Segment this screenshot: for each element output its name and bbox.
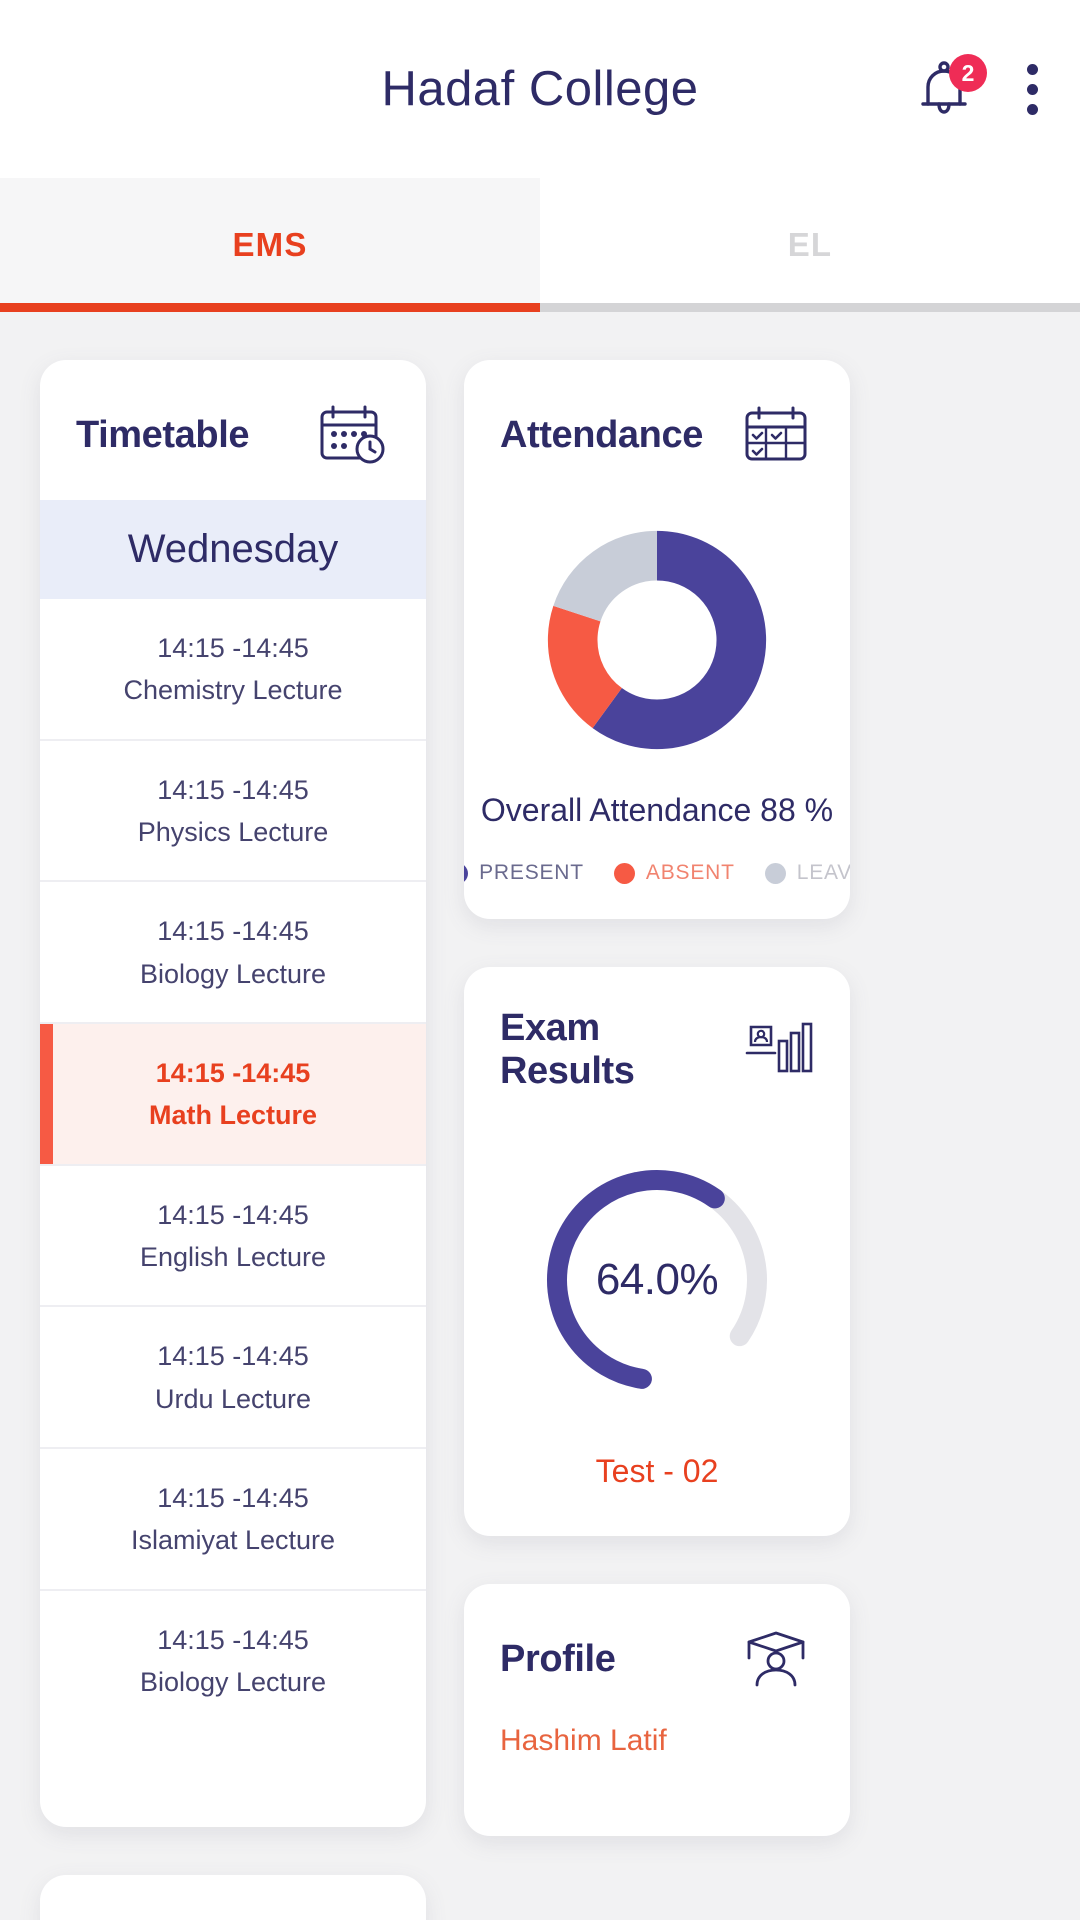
timetable-row-subject: Urdu Lecture bbox=[154, 1383, 312, 1414]
attendance-body: Overall Attendance 88 % PRESENT ABSENT L… bbox=[464, 500, 850, 919]
fees-card[interactable]: Fees Fees Due 34,500 bbox=[40, 1874, 426, 1920]
tab-ems[interactable]: EMS bbox=[0, 178, 540, 312]
timetable-row[interactable]: 14:15 -14:45 Urdu Lecture bbox=[40, 1307, 426, 1450]
attendance-legend: PRESENT ABSENT LEAVE bbox=[464, 861, 850, 885]
attendance-caption: Overall Attendance 88 % bbox=[480, 792, 834, 828]
dashboard-content: Timetable Wednesday 14:15 -14:45 Chemist… bbox=[0, 312, 1080, 1920]
timetable-row-subject: Islamiyat Lecture bbox=[130, 1525, 336, 1556]
legend-label-leave: LEAVE bbox=[796, 861, 850, 884]
right-column: Attendance Overall Attendance 88 % PRESE… bbox=[464, 360, 850, 1836]
timetable-row[interactable]: 14:15 -14:45 Biology Lecture bbox=[40, 882, 426, 1025]
timetable-row-time: 14:15 -14:45 bbox=[157, 1341, 309, 1372]
timetable-row-time: 14:15 -14:45 bbox=[157, 1624, 309, 1655]
fees-card-header: Fees bbox=[40, 1875, 426, 1920]
timetable-list: 14:15 -14:45 Chemistry Lecture 14:15 -14… bbox=[40, 599, 426, 1731]
attendance-card-header: Attendance bbox=[464, 360, 850, 500]
timetable-row-time: 14:15 -14:45 bbox=[157, 633, 309, 663]
timetable-row-time: 14:15 -14:45 bbox=[157, 774, 309, 805]
timetable-row-subject: Biology Lecture bbox=[139, 958, 327, 989]
exam-card-header: Exam Results bbox=[464, 967, 850, 1123]
app-bar-actions: 2 bbox=[917, 0, 1052, 178]
timetable-card[interactable]: Timetable Wednesday 14:15 -14:45 Chemist… bbox=[40, 360, 426, 1827]
exam-test-label: Test - 02 bbox=[595, 1453, 719, 1489]
timetable-day: Wednesday bbox=[40, 500, 426, 599]
exam-body: 64.0% Test - 02 bbox=[464, 1123, 850, 1536]
timetable-row[interactable]: 14:15 -14:45 Physics Lecture bbox=[40, 741, 426, 883]
tab-bar: EMS EL bbox=[0, 178, 1080, 312]
legend-item-present: PRESENT bbox=[464, 861, 584, 885]
exam-gauge-value: 64.0% bbox=[595, 1255, 719, 1304]
legend-dot-present bbox=[464, 862, 469, 884]
profile-card-header: Profile bbox=[464, 1584, 850, 1724]
timetable-row-subject: Math Lecture bbox=[148, 1100, 318, 1131]
page-title: Hadaf College bbox=[381, 61, 699, 116]
exam-results-card[interactable]: Exam Results 64.0% Test - 02 bbox=[464, 967, 850, 1536]
timetable-spacer bbox=[40, 1731, 426, 1827]
legend-label-present: PRESENT bbox=[479, 861, 584, 884]
tab-indicator bbox=[0, 303, 1080, 312]
timetable-row[interactable]: 14:15 -14:45 Biology Lecture bbox=[40, 1591, 426, 1731]
notifications-button[interactable]: 2 bbox=[917, 54, 987, 118]
tab-el[interactable]: EL bbox=[540, 178, 1080, 312]
timetable-row-time: 14:15 -14:45 bbox=[157, 1483, 309, 1514]
legend-dot-absent bbox=[613, 862, 635, 884]
timetable-row-current[interactable]: 14:15 -14:45 Math Lecture bbox=[40, 1024, 426, 1166]
timetable-row-subject: Biology Lecture bbox=[139, 1667, 327, 1697]
timetable-row-subject: Chemistry Lecture bbox=[123, 675, 343, 706]
timetable-row-time: 14:15 -14:45 bbox=[157, 916, 309, 947]
timetable-row-subject: English Lecture bbox=[139, 1241, 327, 1272]
calendar-check-icon bbox=[738, 400, 814, 470]
legend-item-leave: LEAVE bbox=[764, 861, 850, 885]
exam-gauge: 64.0% bbox=[532, 1155, 782, 1405]
graduate-icon bbox=[738, 1624, 814, 1694]
kebab-dot bbox=[1027, 63, 1038, 75]
legend-label-absent: ABSENT bbox=[645, 861, 735, 884]
legend-dot-leave bbox=[764, 862, 786, 884]
kebab-dot bbox=[1027, 103, 1038, 115]
timetable-row-time: 14:15 -14:45 bbox=[155, 1058, 311, 1089]
profile-title: Profile bbox=[500, 1637, 616, 1680]
exam-title: Exam Results bbox=[500, 1007, 635, 1092]
profile-card[interactable]: Profile Hashim Latif bbox=[464, 1584, 850, 1836]
left-column: Timetable Wednesday 14:15 -14:45 Chemist… bbox=[40, 360, 426, 1920]
notification-badge: 2 bbox=[949, 54, 987, 92]
attendance-donut-chart bbox=[547, 530, 767, 750]
kebab-dot bbox=[1027, 83, 1038, 95]
timetable-row[interactable]: 14:15 -14:45 English Lecture bbox=[40, 1166, 426, 1308]
attendance-title: Attendance bbox=[500, 413, 703, 456]
timetable-row-time: 14:15 -14:45 bbox=[157, 1199, 309, 1230]
timetable-card-header: Timetable bbox=[40, 360, 426, 500]
profile-student-name: Hashim Latif bbox=[500, 1724, 667, 1757]
attendance-card[interactable]: Attendance Overall Attendance 88 % PRESE… bbox=[464, 360, 850, 919]
overflow-menu-button[interactable] bbox=[1013, 58, 1052, 121]
app-bar: Hadaf College 2 bbox=[0, 0, 1080, 178]
timetable-title: Timetable bbox=[76, 413, 250, 456]
timetable-row-subject: Physics Lecture bbox=[137, 816, 329, 847]
app-screen: Hadaf College 2 EMS EL Timetable Wednesd… bbox=[0, 0, 1080, 1920]
calendar-clock-icon bbox=[314, 400, 390, 470]
legend-item-absent: ABSENT bbox=[613, 861, 735, 885]
wallet-icon bbox=[314, 1915, 390, 1920]
exam-chart-icon bbox=[740, 1015, 814, 1085]
timetable-row[interactable]: 14:15 -14:45 Islamiyat Lecture bbox=[40, 1449, 426, 1591]
timetable-row[interactable]: 14:15 -14:45 Chemistry Lecture bbox=[40, 599, 426, 741]
